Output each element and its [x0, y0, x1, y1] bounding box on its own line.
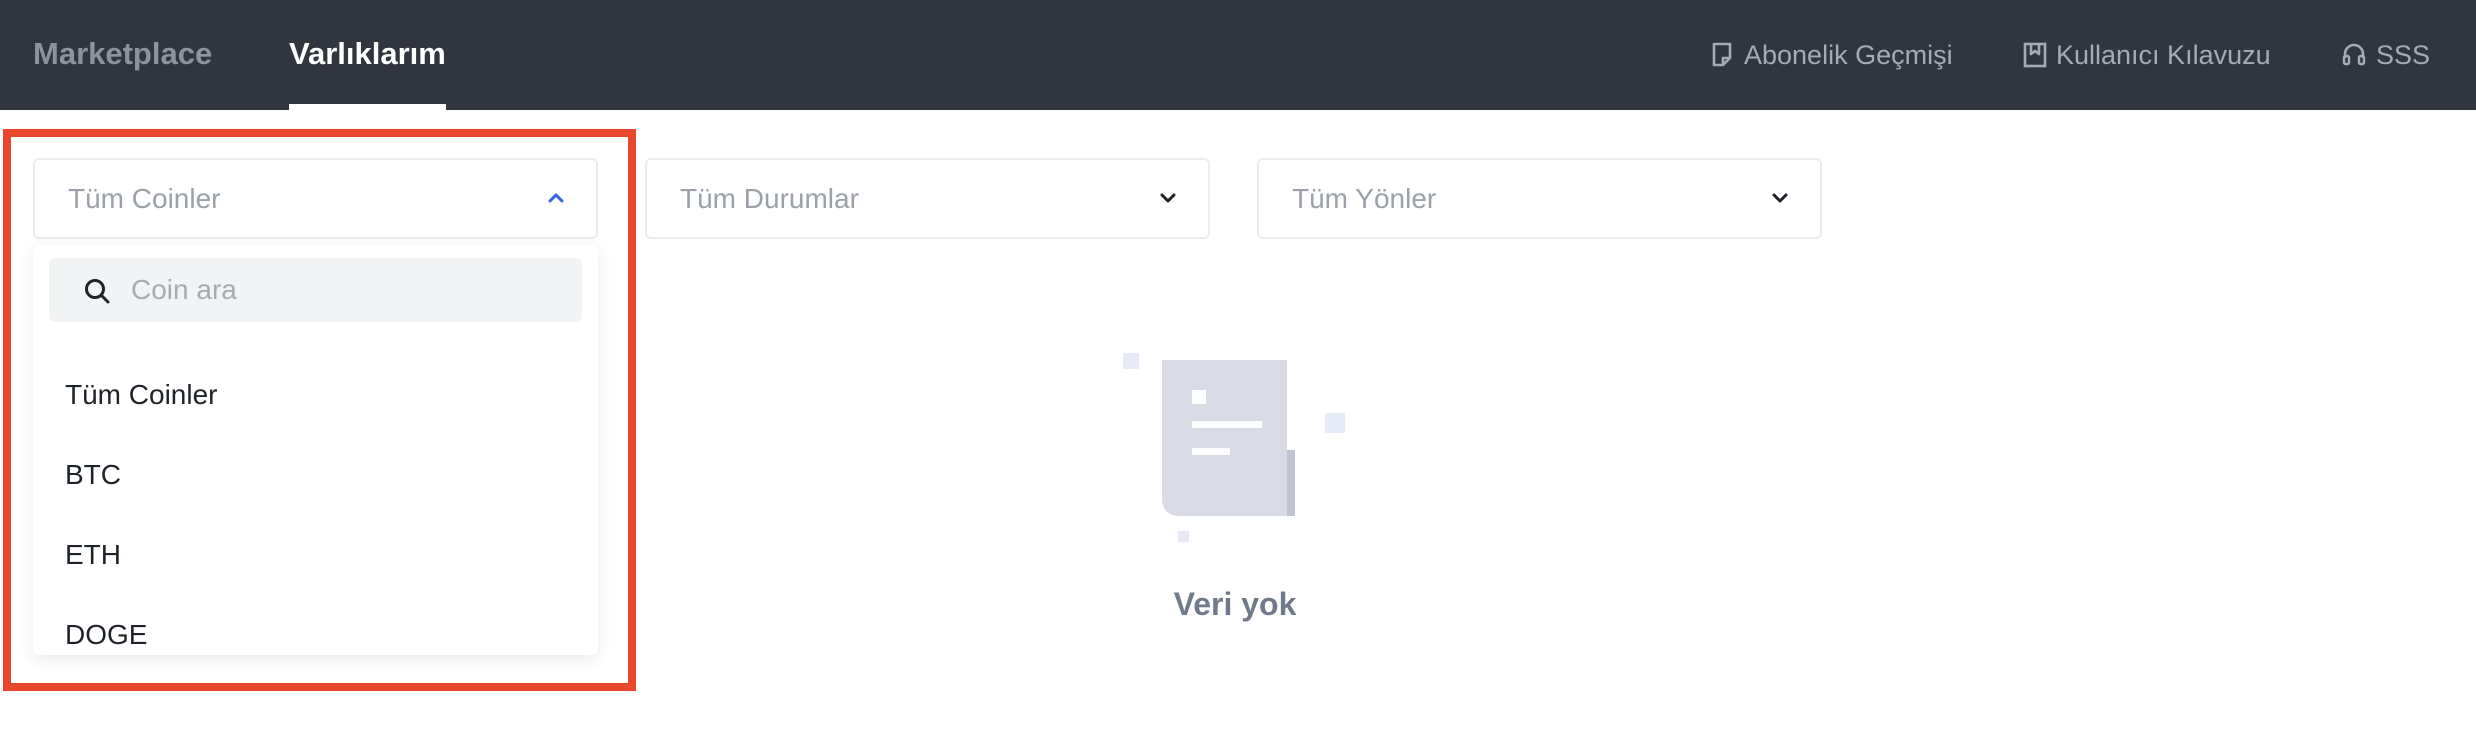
coin-filter-placeholder: Tüm Coinler	[68, 183, 221, 214]
top-navigation-bar: Marketplace Varlıklarım Abonelik Geçmişi…	[0, 0, 2476, 110]
coin-filter-select[interactable]: Tüm Coinler	[33, 158, 598, 239]
faq-label: SSS	[2376, 39, 2431, 70]
headset-icon	[2342, 43, 2366, 66]
chevron-down-icon	[1160, 193, 1176, 203]
empty-state-text: Veri yok	[1173, 586, 1297, 622]
subscription-history-link[interactable]: Abonelik Geçmişi	[1710, 0, 1953, 110]
faq-link[interactable]: SSS	[2340, 0, 2430, 110]
chevron-up-icon	[548, 193, 564, 203]
tab-my-assets[interactable]: Varlıklarım	[289, 0, 446, 110]
status-filter-select[interactable]: Tüm Durumlar	[645, 158, 1210, 239]
tab-marketplace[interactable]: Marketplace	[33, 0, 212, 110]
direction-filter-placeholder: Tüm Yönler	[1292, 183, 1437, 214]
coin-option-eth[interactable]: ETH	[65, 539, 121, 571]
user-guide-link[interactable]: Kullanıcı Kılavuzu	[2022, 0, 2271, 110]
document-icon	[1712, 42, 1732, 67]
book-icon	[2023, 42, 2047, 68]
subscription-history-label: Abonelik Geçmişi	[1744, 39, 1953, 70]
coin-search-box	[49, 258, 582, 322]
empty-document-illustration	[1123, 353, 1345, 542]
coin-dropdown-panel: Tüm Coinler BTC ETH DOGE	[33, 245, 598, 655]
coin-option-all[interactable]: Tüm Coinler	[65, 379, 217, 411]
coin-option-doge[interactable]: DOGE	[65, 619, 147, 651]
user-guide-label: Kullanıcı Kılavuzu	[2056, 39, 2271, 70]
chevron-down-icon	[1772, 193, 1788, 203]
coin-option-btc[interactable]: BTC	[65, 459, 121, 491]
search-icon	[85, 279, 110, 304]
coin-search-input[interactable]	[131, 258, 561, 322]
status-filter-placeholder: Tüm Durumlar	[680, 183, 859, 214]
direction-filter-select[interactable]: Tüm Yönler	[1257, 158, 1822, 239]
